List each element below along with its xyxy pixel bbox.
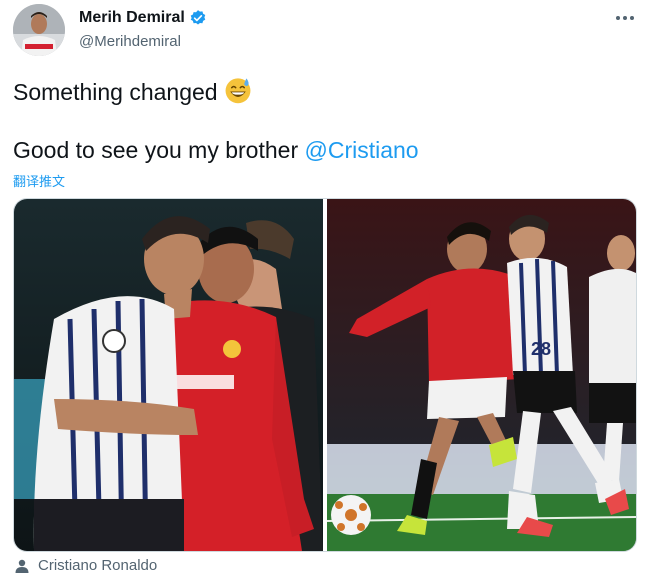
media-photo-1[interactable] — [14, 199, 323, 551]
translate-tweet-link[interactable]: 翻译推文 — [13, 171, 65, 190]
verified-badge-icon — [190, 10, 206, 25]
photo-match-action: 28 — [327, 199, 636, 551]
avatar-image — [13, 4, 65, 56]
mention-link[interactable]: @Cristiano — [305, 137, 419, 163]
media-photo-2[interactable]: 28 — [327, 199, 636, 551]
person-tag-icon — [15, 559, 29, 573]
author-handle[interactable]: @Merihdemiral — [79, 33, 181, 50]
photo-players-walking — [14, 199, 323, 551]
tweet-text-line2: Good to see you my brother @Cristiano — [13, 137, 419, 164]
tweet-text-line1: Something changed — [13, 76, 252, 106]
more-options-icon — [616, 16, 634, 20]
author-display-name[interactable]: Merih Demiral — [79, 9, 185, 27]
media-grid: 28 — [13, 198, 637, 552]
more-options-button[interactable] — [608, 6, 642, 30]
tweet-text-something-changed: Something changed — [13, 79, 218, 105]
svg-text:28: 28 — [531, 339, 551, 359]
tagged-person-name: Cristiano Ronaldo — [38, 557, 158, 574]
tweet-text-greeting: Good to see you my brother — [13, 137, 305, 163]
author-name-row: Merih Demiral — [79, 9, 207, 27]
author-avatar[interactable] — [13, 4, 65, 56]
tagged-person-row[interactable]: Cristiano Ronaldo — [14, 557, 157, 574]
grinning-face-with-sweat-emoji — [225, 78, 251, 104]
